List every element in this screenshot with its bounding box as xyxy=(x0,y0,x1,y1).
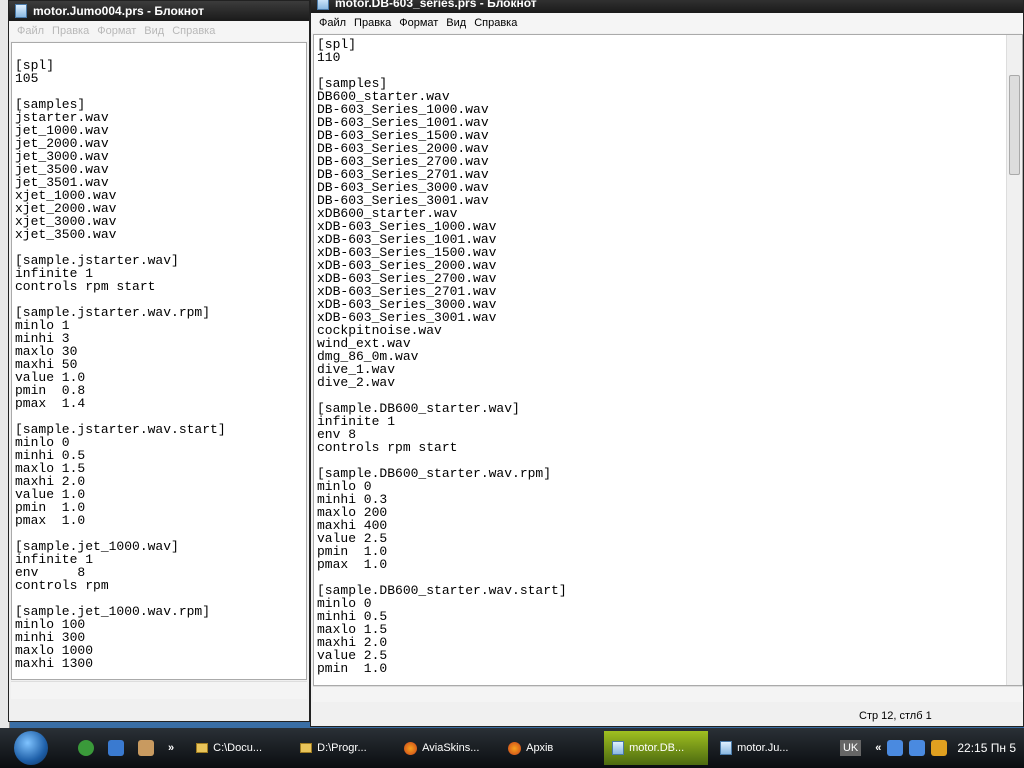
notepad-window-jumo[interactable]: motor.Jumo004.prs - Блокнот Файл Правка … xyxy=(8,0,310,722)
editor-text[interactable]: [spl] 105 [samples] jstarter.wav jet_100… xyxy=(12,46,306,670)
menu-help[interactable]: Справка xyxy=(168,25,219,37)
menu-format[interactable]: Формат xyxy=(395,17,442,29)
folder-icon xyxy=(196,743,209,753)
notepad-icon xyxy=(612,741,625,755)
start-button[interactable] xyxy=(14,731,48,765)
notepad-icon xyxy=(15,4,27,18)
window-title: motor.DB-603_series.prs - Блокнот xyxy=(335,0,537,10)
clock[interactable]: 22:15 Пн 5 xyxy=(957,741,1016,755)
taskbar: » C:\Docu... D:\Progr... AviaSkins... Ар… xyxy=(0,728,1024,768)
network-icon[interactable] xyxy=(887,740,904,756)
firefox-icon xyxy=(404,741,418,755)
window-title: motor.Jumo004.prs - Блокнот xyxy=(33,4,204,18)
folder-icon xyxy=(300,743,313,753)
menu-bar: Файл Правка Формат Вид Справка xyxy=(311,13,1023,33)
network-icon[interactable] xyxy=(909,740,926,756)
scroll-thumb[interactable] xyxy=(1009,75,1020,175)
notepad-icon xyxy=(720,741,733,755)
notepad-window-db603[interactable]: motor.DB-603_series.prs - Блокнот Файл П… xyxy=(310,0,1024,727)
menu-file[interactable]: Файл xyxy=(315,17,350,29)
snap-icon[interactable] xyxy=(108,740,124,756)
show-hidden-icons[interactable]: « xyxy=(875,742,881,754)
taskbar-item-active[interactable]: motor.DB... xyxy=(604,731,709,765)
title-bar[interactable]: motor.Jumo004.prs - Блокнот xyxy=(9,1,309,21)
download-icon[interactable] xyxy=(138,740,154,756)
notepad-icon xyxy=(317,0,329,10)
menu-file[interactable]: Файл xyxy=(13,25,48,37)
text-editor[interactable]: [spl] 110 [samples] DB600_starter.wav DB… xyxy=(313,34,1023,686)
system-tray: UK « 22:15 Пн 5 xyxy=(839,740,1024,756)
menu-bar: Файл Правка Формат Вид Справка xyxy=(9,21,309,41)
taskbar-item[interactable]: C:\Docu... xyxy=(188,731,288,765)
horizontal-scrollbar[interactable] xyxy=(313,686,1023,702)
status-bar-position: Стр 12, стлб 1 xyxy=(859,710,932,722)
menu-edit[interactable]: Правка xyxy=(48,25,93,37)
taskbar-item[interactable]: AviaSkins... xyxy=(396,731,496,765)
menu-view[interactable]: Вид xyxy=(442,17,470,29)
menu-format[interactable]: Формат xyxy=(93,25,140,37)
menu-view[interactable]: Вид xyxy=(140,25,168,37)
title-bar[interactable]: motor.DB-603_series.prs - Блокнот xyxy=(311,0,1023,13)
language-indicator[interactable]: UK xyxy=(839,740,862,756)
horizontal-scrollbar[interactable] xyxy=(11,681,307,699)
firefox-icon xyxy=(508,741,522,755)
globe-icon[interactable] xyxy=(78,740,94,756)
taskbar-item[interactable]: motor.Ju... xyxy=(712,731,812,765)
vertical-scrollbar[interactable] xyxy=(1006,35,1022,685)
quicklaunch-more[interactable]: » xyxy=(168,742,174,754)
text-editor[interactable]: [spl] 105 [samples] jstarter.wav jet_100… xyxy=(11,42,307,680)
editor-text[interactable]: [spl] 110 [samples] DB600_starter.wav DB… xyxy=(314,38,1022,675)
taskbar-item[interactable]: Архів xyxy=(500,731,600,765)
menu-edit[interactable]: Правка xyxy=(350,17,395,29)
warning-icon[interactable] xyxy=(931,740,948,756)
menu-help[interactable]: Справка xyxy=(470,17,521,29)
taskbar-item[interactable]: D:\Progr... xyxy=(292,731,392,765)
